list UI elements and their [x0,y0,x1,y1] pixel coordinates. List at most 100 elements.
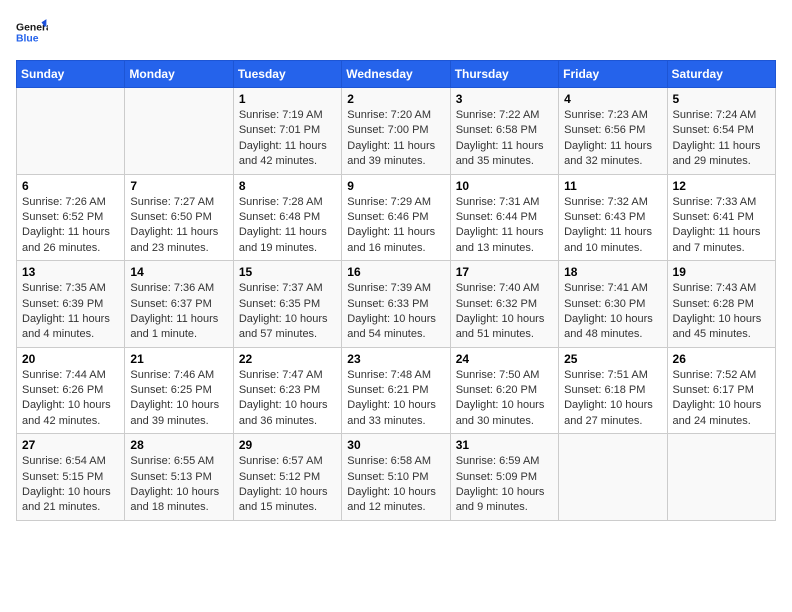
day-info: Sunrise: 7:44 AM Sunset: 6:26 PM Dayligh… [22,368,119,430]
day-info: Sunrise: 6:55 AM Sunset: 5:13 PM Dayligh… [130,454,227,516]
day-info: Sunrise: 7:24 AM Sunset: 6:54 PM Dayligh… [673,108,770,170]
calendar-cell: 4Sunrise: 7:23 AM Sunset: 6:56 PM Daylig… [559,88,667,175]
calendar-cell: 3 Sunrise: 7:22 AM Sunset: 6:58 PM Daylig… [450,88,558,175]
calendar-cell: 18 Sunrise: 7:41 AM Sunset: 6:30 PM Dayli… [559,261,667,348]
calendar-cell: 31 Sunrise: 6:59 AM Sunset: 5:09 PM Dayli… [450,434,558,521]
calendar-cell: 9 Sunrise: 7:29 AM Sunset: 6:46 PM Daylig… [342,174,450,261]
day-info: Sunrise: 7:36 AM Sunset: 6:37 PM Dayligh… [130,281,227,343]
calendar-week-row: 6Sunrise: 7:26 AM Sunset: 6:52 PM Daylig… [17,174,776,261]
day-info: Sunrise: 7:26 AM Sunset: 6:52 PM Dayligh… [22,195,119,257]
day-info: Sunrise: 7:37 AM Sunset: 6:35 PM Dayligh… [239,281,336,343]
day-number: 3 [456,92,553,106]
calendar-cell: 13Sunrise: 7:35 AM Sunset: 6:39 PM Dayli… [17,261,125,348]
day-info: Sunrise: 7:23 AM Sunset: 6:56 PM Dayligh… [564,108,661,170]
calendar-cell: 20 Sunrise: 7:44 AM Sunset: 6:26 PM Dayli… [17,347,125,434]
calendar-header-row: SundayMondayTuesdayWednesdayThursdayFrid… [17,61,776,88]
day-of-week-header: Tuesday [233,61,341,88]
day-info: Sunrise: 7:19 AM Sunset: 7:01 PM Dayligh… [239,108,336,170]
day-info: Sunrise: 7:51 AM Sunset: 6:18 PM Dayligh… [564,368,661,430]
day-number: 23 [347,352,444,366]
calendar-week-row: 13Sunrise: 7:35 AM Sunset: 6:39 PM Dayli… [17,261,776,348]
calendar-cell: 5 Sunrise: 7:24 AM Sunset: 6:54 PM Daylig… [667,88,775,175]
day-info: Sunrise: 6:59 AM Sunset: 5:09 PM Dayligh… [456,454,553,516]
day-number: 1 [239,92,336,106]
day-number: 8 [239,179,336,193]
day-info: Sunrise: 7:32 AM Sunset: 6:43 PM Dayligh… [564,195,661,257]
calendar-cell: 19Sunrise: 7:43 AM Sunset: 6:28 PM Dayli… [667,261,775,348]
calendar-cell: 17 Sunrise: 7:40 AM Sunset: 6:32 PM Dayli… [450,261,558,348]
calendar-cell: 16 Sunrise: 7:39 AM Sunset: 6:33 PM Dayli… [342,261,450,348]
day-number: 2 [347,92,444,106]
day-info: Sunrise: 7:20 AM Sunset: 7:00 PM Dayligh… [347,108,444,170]
day-number: 26 [673,352,770,366]
logo: General Blue [16,16,52,48]
day-info: Sunrise: 7:41 AM Sunset: 6:30 PM Dayligh… [564,281,661,343]
day-info: Sunrise: 7:47 AM Sunset: 6:23 PM Dayligh… [239,368,336,430]
calendar-cell: 26 Sunrise: 7:52 AM Sunset: 6:17 PM Dayli… [667,347,775,434]
day-number: 9 [347,179,444,193]
day-info: Sunrise: 7:46 AM Sunset: 6:25 PM Dayligh… [130,368,227,430]
day-number: 25 [564,352,661,366]
calendar-cell: 24 Sunrise: 7:50 AM Sunset: 6:20 PM Dayli… [450,347,558,434]
day-info: Sunrise: 7:50 AM Sunset: 6:20 PM Dayligh… [456,368,553,430]
calendar-cell: 7Sunrise: 7:27 AM Sunset: 6:50 PM Daylig… [125,174,233,261]
day-number: 16 [347,265,444,279]
calendar-cell: 8 Sunrise: 7:28 AM Sunset: 6:48 PM Daylig… [233,174,341,261]
day-number: 17 [456,265,553,279]
calendar-cell: 15 Sunrise: 7:37 AM Sunset: 6:35 PM Dayli… [233,261,341,348]
day-number: 24 [456,352,553,366]
day-info: Sunrise: 6:54 AM Sunset: 5:15 PM Dayligh… [22,454,119,516]
calendar-cell: 14 Sunrise: 7:36 AM Sunset: 6:37 PM Dayli… [125,261,233,348]
calendar-cell: 23 Sunrise: 7:48 AM Sunset: 6:21 PM Dayli… [342,347,450,434]
calendar-cell: 27 Sunrise: 6:54 AM Sunset: 5:15 PM Dayli… [17,434,125,521]
day-number: 5 [673,92,770,106]
calendar-week-row: 27 Sunrise: 6:54 AM Sunset: 5:15 PM Dayli… [17,434,776,521]
day-number: 31 [456,438,553,452]
day-info: Sunrise: 6:58 AM Sunset: 5:10 PM Dayligh… [347,454,444,516]
calendar-cell [125,88,233,175]
day-number: 14 [130,265,227,279]
day-of-week-header: Thursday [450,61,558,88]
day-number: 10 [456,179,553,193]
day-number: 13 [22,265,119,279]
day-info: Sunrise: 7:40 AM Sunset: 6:32 PM Dayligh… [456,281,553,343]
day-number: 12 [673,179,770,193]
calendar-cell [559,434,667,521]
day-info: Sunrise: 7:52 AM Sunset: 6:17 PM Dayligh… [673,368,770,430]
day-number: 18 [564,265,661,279]
day-number: 15 [239,265,336,279]
logo-icon: General Blue [16,16,48,48]
day-info: Sunrise: 7:48 AM Sunset: 6:21 PM Dayligh… [347,368,444,430]
day-info: Sunrise: 6:57 AM Sunset: 5:12 PM Dayligh… [239,454,336,516]
calendar-cell: 21 Sunrise: 7:46 AM Sunset: 6:25 PM Dayli… [125,347,233,434]
day-number: 20 [22,352,119,366]
day-info: Sunrise: 7:33 AM Sunset: 6:41 PM Dayligh… [673,195,770,257]
calendar-cell: 12 Sunrise: 7:33 AM Sunset: 6:41 PM Dayli… [667,174,775,261]
calendar-cell: 30 Sunrise: 6:58 AM Sunset: 5:10 PM Dayli… [342,434,450,521]
day-info: Sunrise: 7:28 AM Sunset: 6:48 PM Dayligh… [239,195,336,257]
calendar-cell: 6Sunrise: 7:26 AM Sunset: 6:52 PM Daylig… [17,174,125,261]
calendar-week-row: 1 Sunrise: 7:19 AM Sunset: 7:01 PM Daylig… [17,88,776,175]
day-number: 22 [239,352,336,366]
day-number: 27 [22,438,119,452]
calendar-cell: 1 Sunrise: 7:19 AM Sunset: 7:01 PM Daylig… [233,88,341,175]
day-of-week-header: Saturday [667,61,775,88]
day-of-week-header: Monday [125,61,233,88]
day-info: Sunrise: 7:22 AM Sunset: 6:58 PM Dayligh… [456,108,553,170]
day-of-week-header: Friday [559,61,667,88]
calendar-cell [667,434,775,521]
day-info: Sunrise: 7:39 AM Sunset: 6:33 PM Dayligh… [347,281,444,343]
day-info: Sunrise: 7:29 AM Sunset: 6:46 PM Dayligh… [347,195,444,257]
svg-text:Blue: Blue [16,34,39,45]
day-of-week-header: Sunday [17,61,125,88]
calendar-cell: 28Sunrise: 6:55 AM Sunset: 5:13 PM Dayli… [125,434,233,521]
day-number: 7 [130,179,227,193]
day-number: 21 [130,352,227,366]
calendar-cell: 11Sunrise: 7:32 AM Sunset: 6:43 PM Dayli… [559,174,667,261]
day-of-week-header: Wednesday [342,61,450,88]
calendar-cell: 22 Sunrise: 7:47 AM Sunset: 6:23 PM Dayli… [233,347,341,434]
calendar-table: SundayMondayTuesdayWednesdayThursdayFrid… [16,60,776,521]
calendar-cell: 25 Sunrise: 7:51 AM Sunset: 6:18 PM Dayli… [559,347,667,434]
page-header: General Blue [16,16,776,48]
day-number: 30 [347,438,444,452]
